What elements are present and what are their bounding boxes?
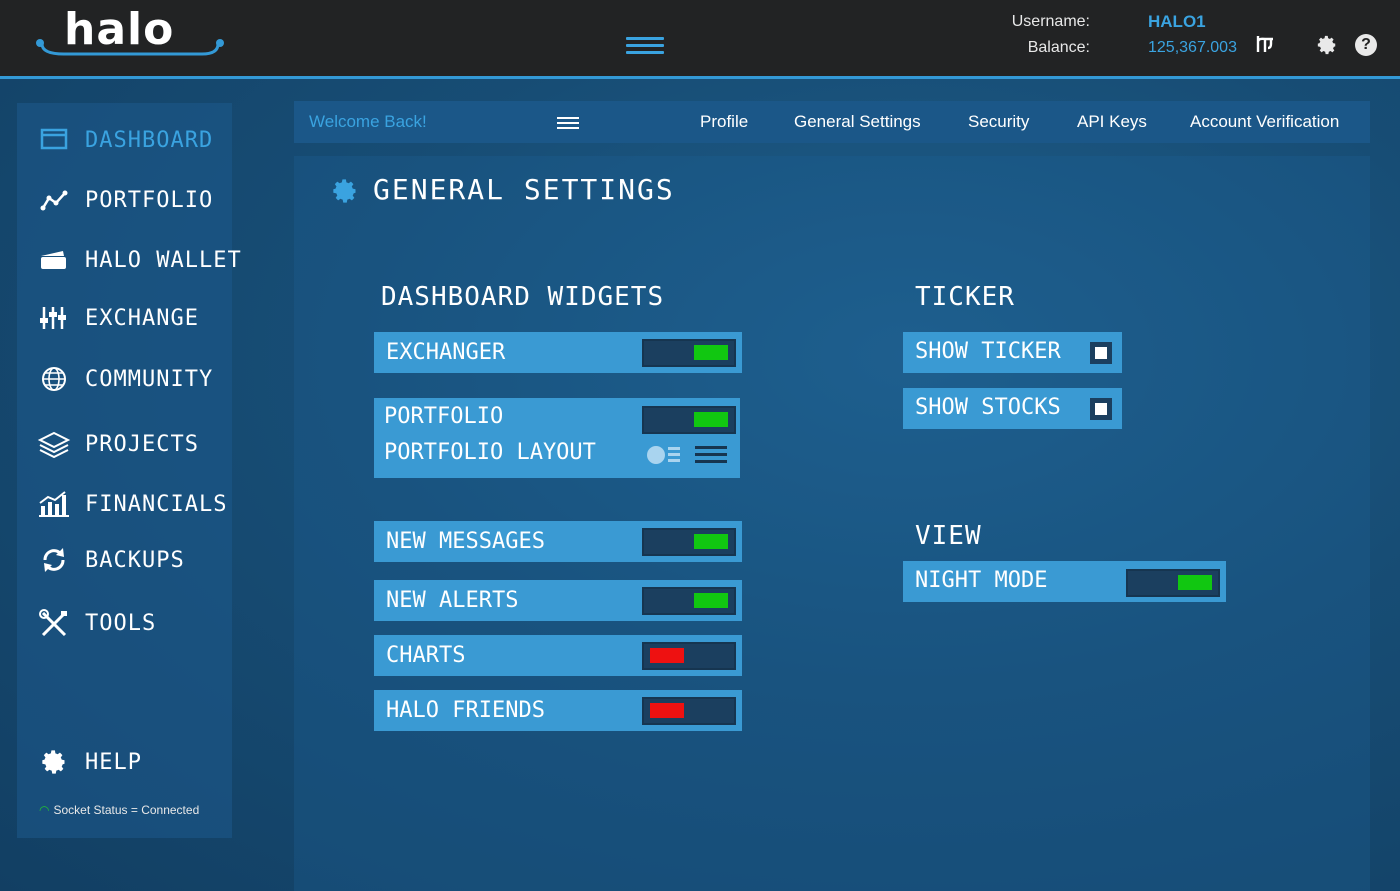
account-labels: Username: Balance: bbox=[940, 9, 1090, 61]
sidebar-item-label: EXCHANGE bbox=[85, 306, 199, 331]
page-title: GENERAL SETTINGS bbox=[373, 173, 675, 206]
new-alerts-toggle[interactable] bbox=[642, 587, 736, 615]
tab-profile[interactable]: Profile bbox=[700, 112, 748, 132]
socket-status-text: Socket Status = Connected bbox=[53, 803, 200, 817]
sidebar-item-label: HALO WALLET bbox=[85, 248, 242, 273]
tab-security[interactable]: Security bbox=[968, 112, 1029, 132]
tab-general-settings[interactable]: General Settings bbox=[794, 112, 921, 132]
gear-icon[interactable] bbox=[1316, 34, 1338, 56]
widget-row-new-alerts[interactable]: NEW ALERTS bbox=[374, 580, 742, 621]
sidebar-item-label: BACKUPS bbox=[85, 548, 185, 573]
halo-coin-icon bbox=[1255, 34, 1275, 60]
dashboard-window-icon bbox=[40, 128, 68, 150]
sidebar-item-label: HELP bbox=[85, 750, 142, 775]
view-row-night-mode[interactable]: NIGHT MODE bbox=[903, 561, 1226, 602]
sidebar-item-label: FINANCIALS bbox=[85, 492, 228, 517]
new-messages-toggle[interactable] bbox=[642, 528, 736, 556]
widget-row-exchanger[interactable]: EXCHANGER bbox=[374, 332, 742, 373]
sidebar-item-financials[interactable]: FINANCIALS bbox=[37, 484, 232, 524]
balance-label: Balance: bbox=[1027, 39, 1090, 56]
sliders-icon bbox=[40, 307, 66, 329]
wallet-icon bbox=[41, 251, 66, 269]
username-value[interactable]: HALO1 bbox=[1148, 9, 1237, 35]
night-mode-toggle[interactable] bbox=[1126, 569, 1220, 597]
settings-subnav: Welcome Back! Profile General Settings S… bbox=[294, 101, 1370, 143]
gear-icon bbox=[333, 179, 356, 203]
gear-icon bbox=[42, 750, 65, 774]
balance-value: 125,367.003 bbox=[1148, 39, 1237, 56]
sidebar-item-portfolio[interactable]: PORTFOLIO bbox=[37, 180, 232, 220]
widget-row-halo-friends[interactable]: HALO FRIENDS bbox=[374, 690, 742, 731]
bar-chart-icon bbox=[39, 491, 69, 517]
sidebar-item-tools[interactable]: TOOLS bbox=[37, 603, 232, 643]
welcome-message: Welcome Back! bbox=[309, 112, 427, 131]
row-label: NEW MESSAGES bbox=[386, 529, 545, 554]
row-label: PORTFOLIO bbox=[384, 404, 504, 429]
view-heading: VIEW bbox=[915, 521, 982, 551]
ticker-heading: TICKER bbox=[915, 282, 1015, 312]
widget-row-new-messages[interactable]: NEW MESSAGES bbox=[374, 521, 742, 562]
row-label: SHOW STOCKS bbox=[915, 395, 1061, 420]
sidebar-item-backups[interactable]: BACKUPS bbox=[37, 540, 232, 580]
logo-text: halo bbox=[64, 4, 175, 55]
exchanger-toggle[interactable] bbox=[642, 339, 736, 367]
chart-line-icon bbox=[40, 190, 68, 211]
tab-account-verification[interactable]: Account Verification bbox=[1190, 112, 1339, 132]
row-label: SHOW TICKER bbox=[915, 339, 1061, 364]
sidebar-item-projects[interactable]: PROJECTS bbox=[37, 424, 232, 464]
sidebar-item-help[interactable]: HELP bbox=[37, 742, 232, 782]
sidebar-item-label: COMMUNITY bbox=[85, 367, 214, 392]
row-label: NIGHT MODE bbox=[915, 568, 1048, 593]
tools-icon bbox=[39, 609, 67, 637]
widget-row-portfolio: PORTFOLIO PORTFOLIO LAYOUT bbox=[374, 398, 740, 478]
tab-api-keys[interactable]: API Keys bbox=[1077, 112, 1147, 132]
sidebar-item-label: TOOLS bbox=[85, 611, 157, 636]
ticker-row-show-stocks[interactable]: SHOW STOCKS bbox=[903, 388, 1122, 429]
globe-icon bbox=[42, 367, 66, 391]
username-label: Username: bbox=[1011, 13, 1090, 30]
refresh-icon bbox=[43, 548, 65, 572]
row-label: EXCHANGER bbox=[386, 340, 506, 365]
help-icon[interactable]: ? bbox=[1355, 34, 1377, 56]
ticker-row-show-ticker[interactable]: SHOW TICKER bbox=[903, 332, 1122, 373]
sidebar-item-label: PORTFOLIO bbox=[85, 188, 214, 213]
charts-toggle[interactable] bbox=[642, 642, 736, 670]
row-label: HALO FRIENDS bbox=[386, 698, 545, 723]
widget-row-charts[interactable]: CHARTS bbox=[374, 635, 742, 676]
socket-status: ◠ Socket Status = Connected bbox=[39, 803, 199, 817]
row-label: CHARTS bbox=[386, 643, 466, 668]
show-ticker-checkbox[interactable] bbox=[1090, 342, 1112, 364]
sidebar-item-exchange[interactable]: EXCHANGE bbox=[37, 298, 232, 338]
portfolio-layout-options[interactable] bbox=[644, 443, 734, 467]
sidebar-item-community[interactable]: COMMUNITY bbox=[37, 359, 232, 399]
layers-icon bbox=[37, 431, 71, 458]
dashboard-widgets-heading: DASHBOARD WIDGETS bbox=[381, 282, 665, 312]
top-bar: halo Username: Balance: HALO1 125,367.00… bbox=[0, 0, 1400, 79]
row-label: NEW ALERTS bbox=[386, 588, 519, 613]
halo-friends-toggle[interactable] bbox=[642, 697, 736, 725]
sidebar: DASHBOARD PORTFOLIO HALO WALLET EXCHANGE bbox=[17, 103, 241, 838]
main-menu-button[interactable] bbox=[626, 37, 664, 57]
sidebar-item-halo-wallet[interactable]: HALO WALLET bbox=[37, 240, 241, 280]
show-stocks-checkbox[interactable] bbox=[1090, 398, 1112, 420]
subnav-menu-button[interactable] bbox=[557, 117, 579, 129]
row-label: PORTFOLIO LAYOUT bbox=[384, 440, 596, 465]
portfolio-toggle[interactable] bbox=[642, 406, 736, 434]
wifi-icon: ◠ bbox=[39, 803, 50, 817]
halo-logo[interactable]: halo bbox=[34, 4, 224, 58]
sidebar-item-label: PROJECTS bbox=[85, 432, 199, 457]
account-values: HALO1 125,367.003 bbox=[1148, 9, 1237, 61]
sidebar-item-dashboard[interactable]: DASHBOARD bbox=[37, 120, 232, 160]
sidebar-item-label: DASHBOARD bbox=[85, 128, 214, 153]
